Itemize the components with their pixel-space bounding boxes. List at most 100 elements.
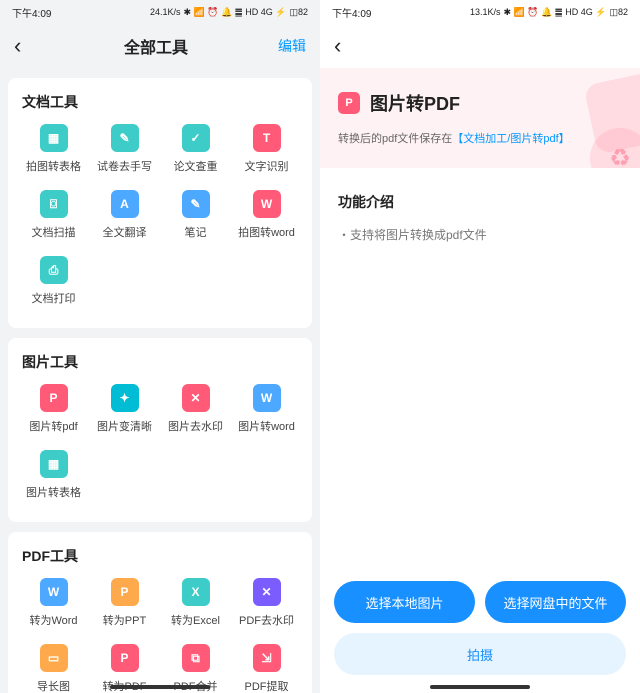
tool-icon: ⇲ — [253, 644, 281, 672]
tool-item[interactable]: ✕ 图片去水印 — [160, 384, 231, 434]
tool-icon: ✎ — [182, 190, 210, 218]
tool-item[interactable]: ⌼ 文档扫描 — [18, 190, 89, 240]
tool-item[interactable]: W 拍图转word — [231, 190, 302, 240]
tool-icon: ✦ — [111, 384, 139, 412]
tool-label: 拍图转表格 — [26, 158, 81, 174]
tool-grid: W转为WordP转为PPTX转为Excel✕PDF去水印▭导长图P转为PDF⧉P… — [18, 578, 302, 693]
pdf-icon: P — [338, 92, 360, 114]
tool-label: 转为Word — [29, 612, 77, 628]
tool-label: 试卷去手写 — [97, 158, 152, 174]
tool-icon: ▭ — [40, 644, 68, 672]
tool-label: 文档打印 — [32, 290, 76, 306]
section-title: 文档工具 — [18, 92, 302, 112]
tool-item[interactable]: P图片转pdf — [18, 384, 89, 434]
hero-banner: ♻ P 图片转PDF 转换后的pdf文件保存在【文档加工/图片转pdf】 — [320, 68, 640, 168]
tool-label: 文字识别 — [245, 158, 289, 174]
status-right: 24.1K/s ✱ 📶 ⏰ 🔔 ䷀ HD 4G ⚡ ◫82 — [150, 7, 308, 18]
tool-section: PDF工具 W 转为Word P 转为PPT X转为Excel✕PDF去水印 ▭ 导长图 P 转为… — [8, 532, 312, 693]
tool-item[interactable]: W 图片转word — [231, 384, 302, 434]
edit-button[interactable]: 编辑 — [278, 36, 306, 56]
section-title: 图片工具 — [18, 352, 302, 372]
tool-item[interactable]: ✎ 试卷去手写 — [89, 124, 160, 174]
phone-right-image-to-pdf: 下午4:09 13.1K/s ✱ 📶 ⏰ 🔔 ䷀ HD 4G ⚡ ◫82 ‹ ♻… — [320, 0, 640, 693]
status-time: 下午4:09 — [12, 5, 51, 20]
intro-title: 功能介绍 — [338, 192, 622, 212]
status-bar: 下午4:09 13.1K/s ✱ 📶 ⏰ 🔔 ䷀ HD 4G ⚡ ◫82 — [320, 0, 640, 24]
tool-item[interactable]: ✦ 图片变清晰 — [89, 384, 160, 434]
status-right: 13.1K/s ✱ 📶 ⏰ 🔔 ䷀ HD 4G ⚡ ◫82 — [470, 7, 628, 18]
tool-section: 图片工具 P图片转pdf ✦ 图片变清晰 ✕ 图片去水印 W 图片转word ▦ 图片转表格 — [8, 338, 312, 522]
intro-item: ・支持将图片转换成pdf文件 — [338, 226, 622, 243]
tool-label: 图片去水印 — [168, 418, 223, 434]
tool-item[interactable]: A 全文翻译 — [89, 190, 160, 240]
tool-item[interactable]: ✎笔记 — [160, 190, 231, 240]
tool-label: 转为PPT — [103, 612, 146, 628]
tool-item[interactable]: X转为Excel — [160, 578, 231, 628]
tool-icon: ⌼ — [40, 190, 68, 218]
tool-icon: W — [253, 190, 281, 218]
tool-label: 转为Excel — [171, 612, 220, 628]
back-icon[interactable]: ‹ — [14, 35, 34, 57]
tool-item[interactable]: ✓ 论文查重 — [160, 124, 231, 174]
status-icons: ✱ 📶 ⏰ 🔔 ䷀ HD 4G ⚡ — [184, 7, 287, 18]
tool-icon: P — [111, 578, 139, 606]
tool-icon: ▦ — [40, 124, 68, 152]
select-cloud-file-button[interactable]: 选择网盘中的文件 — [485, 581, 626, 623]
tool-icon: ✕ — [253, 578, 281, 606]
tool-label: 图片转表格 — [26, 484, 81, 500]
tool-icon: A — [111, 190, 139, 218]
tool-item[interactable]: ▭ 导长图 — [18, 644, 89, 693]
tool-grid: ▦ 拍图转表格 ✎ 试卷去手写 ✓ 论文查重 T 文字识别 ⌼ 文档扫描 A 全文翻译 ✎笔记 W 拍图转w… — [18, 124, 302, 322]
tool-item[interactable]: ✕PDF去水印 — [231, 578, 302, 628]
tool-grid: P图片转pdf ✦ 图片变清晰 ✕ 图片去水印 W 图片转word ▦ 图片转表格 — [18, 384, 302, 516]
status-net-speed: 24.1K/s — [150, 7, 181, 17]
nav-bar: ‹ 全部工具 编辑 — [0, 24, 320, 68]
tool-icon: ⎙ — [40, 256, 68, 284]
tool-item[interactable]: ▦ 图片转表格 — [18, 450, 89, 500]
home-indicator[interactable] — [430, 685, 530, 689]
tool-label: PDF提取 — [245, 678, 289, 693]
back-icon[interactable]: ‹ — [334, 35, 354, 57]
home-indicator[interactable] — [110, 685, 210, 689]
tool-item[interactable]: ▦ 拍图转表格 — [18, 124, 89, 174]
tool-icon: W — [253, 384, 281, 412]
status-icons: ✱ 📶 ⏰ 🔔 ䷀ HD 4G ⚡ — [504, 7, 607, 18]
status-net-speed: 13.1K/s — [470, 7, 501, 17]
tool-item[interactable]: P 转为PPT — [89, 578, 160, 628]
hero-subtitle: 转换后的pdf文件保存在【文档加工/图片转pdf】 — [338, 130, 622, 146]
shoot-button[interactable]: 拍摄 — [334, 633, 626, 675]
tool-icon: ⧉ — [182, 644, 210, 672]
tool-icon: ✕ — [182, 384, 210, 412]
tool-label: 导长图 — [37, 678, 70, 693]
status-battery: ◫82 — [289, 7, 308, 18]
hero-path-link[interactable]: 【文档加工/图片转pdf】 — [452, 133, 569, 145]
tool-icon: T — [253, 124, 281, 152]
bottom-action-bar: 选择本地图片 选择网盘中的文件 拍摄 — [320, 581, 640, 675]
tool-label: 图片转word — [238, 418, 295, 434]
tool-icon: W — [40, 578, 68, 606]
phone-left-all-tools: 下午4:09 24.1K/s ✱ 📶 ⏰ 🔔 ䷀ HD 4G ⚡ ◫82 ‹ 全… — [0, 0, 320, 693]
status-time: 下午4:09 — [332, 5, 371, 20]
tool-label: 图片变清晰 — [97, 418, 152, 434]
tool-section: 文档工具▦拍图转表格✎试卷去手写✓论文查重T文字识别⌼文档扫描A全文翻译✎笔记W… — [8, 78, 312, 328]
tools-scroll[interactable]: 文档工具▦拍图转表格✎试卷去手写✓论文查重T文字识别⌼文档扫描A全文翻译✎笔记W… — [0, 68, 320, 693]
tool-item[interactable]: ⎙ 文档打印 — [18, 256, 89, 306]
tool-icon: ✓ — [182, 124, 210, 152]
page-title: 全部工具 — [124, 34, 188, 58]
tool-icon: ▦ — [40, 450, 68, 478]
tool-item[interactable]: T 文字识别 — [231, 124, 302, 174]
tool-label: 文档扫描 — [32, 224, 76, 240]
tool-item[interactable]: ⇲ PDF提取 — [231, 644, 302, 693]
tool-item[interactable]: W 转为Word — [18, 578, 89, 628]
section-title: PDF工具 — [18, 546, 302, 566]
intro-section: 功能介绍 ・支持将图片转换成pdf文件 — [320, 168, 640, 267]
nav-bar: ‹ — [320, 24, 640, 68]
tool-label: 拍图转word — [238, 224, 295, 240]
tool-icon: ✎ — [111, 124, 139, 152]
tool-label: 全文翻译 — [103, 224, 147, 240]
status-bar: 下午4:09 24.1K/s ✱ 📶 ⏰ 🔔 ䷀ HD 4G ⚡ ◫82 — [0, 0, 320, 24]
tool-icon: P — [111, 644, 139, 672]
tool-label: 论文查重 — [174, 158, 218, 174]
hero-title: 图片转PDF — [370, 90, 460, 116]
select-local-image-button[interactable]: 选择本地图片 — [334, 581, 475, 623]
